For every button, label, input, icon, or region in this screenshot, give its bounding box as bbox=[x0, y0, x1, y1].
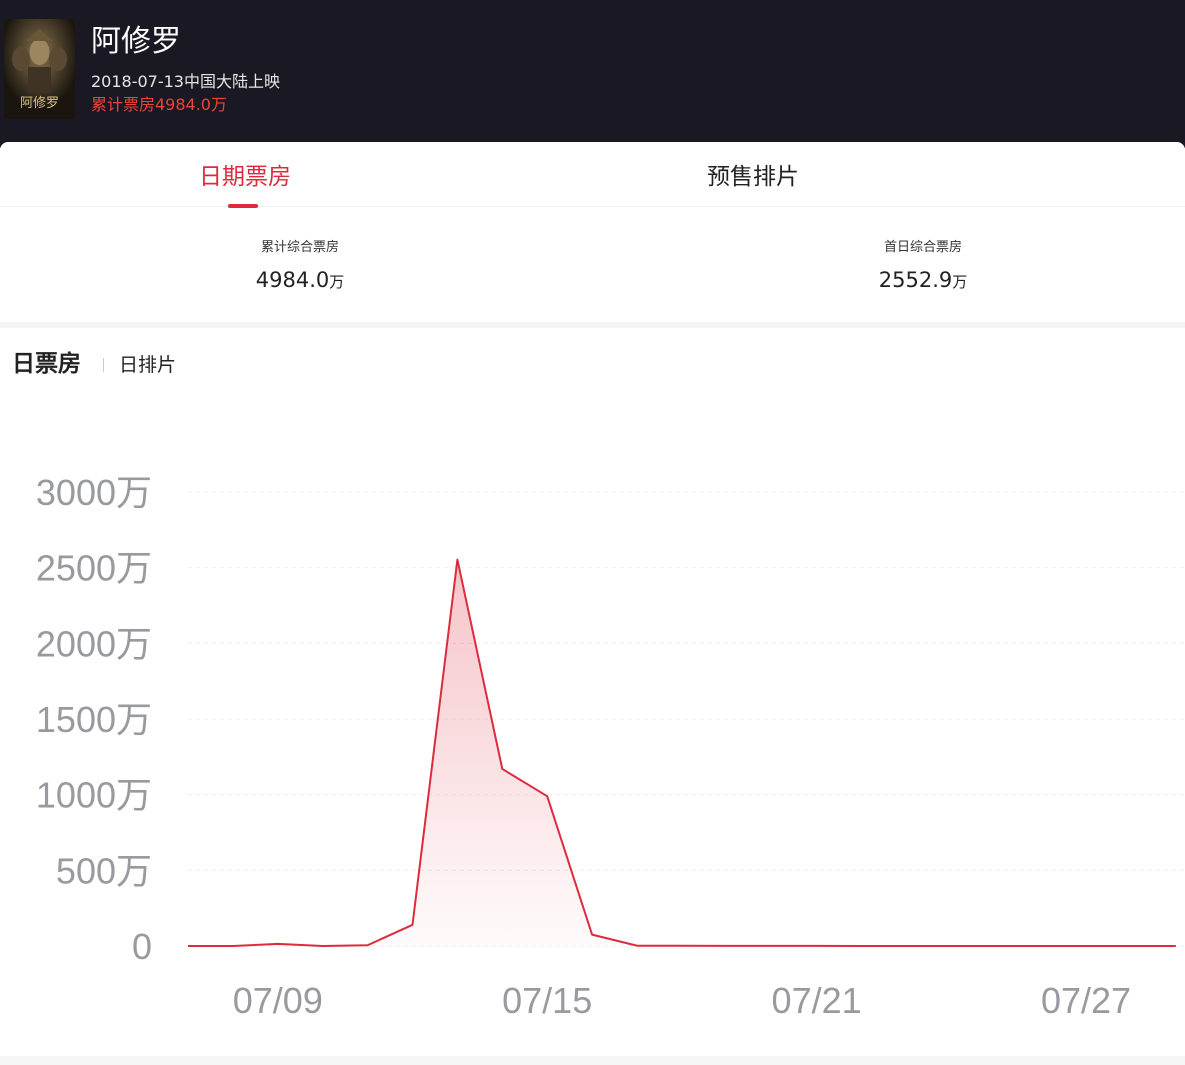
x-tick-label: 07/15 bbox=[502, 980, 592, 1021]
tab-bar: 日期票房 预售排片 bbox=[0, 142, 1185, 208]
series-line bbox=[188, 558, 1176, 947]
chart-series bbox=[187, 558, 1176, 947]
stat-total-number: 4984.0 bbox=[255, 268, 330, 292]
chart-tab-daily-schedule[interactable]: 日排片 bbox=[119, 352, 176, 378]
release-date: 2018-07-13中国大陆上映 bbox=[91, 72, 280, 91]
stat-total-label: 累计综合票房 bbox=[260, 240, 339, 255]
chart-x-axis: 07/09 07/15 07/21 07/27 bbox=[233, 980, 1131, 1021]
y-tick-label: 2500万 bbox=[36, 548, 152, 589]
poster-art: 阿修罗 bbox=[4, 19, 75, 119]
x-tick-label: 07/27 bbox=[1041, 980, 1131, 1021]
y-tick-label: 1000万 bbox=[36, 775, 152, 816]
chart-tab-daily-box-office[interactable]: 日票房 bbox=[12, 348, 81, 380]
chart-grid bbox=[188, 491, 1185, 947]
y-tick-label: 1500万 bbox=[36, 699, 152, 740]
svg-text:阿修罗: 阿修罗 bbox=[20, 96, 59, 111]
stat-first-day-box-office: 首日综合票房 2552.9万 bbox=[823, 240, 1023, 294]
tab-presale-schedule[interactable]: 预售排片 bbox=[707, 162, 799, 192]
stat-total-box-office: 累计综合票房 4984.0万 bbox=[200, 240, 400, 294]
stat-total-value: 4984.0万 bbox=[200, 268, 400, 294]
stat-first-day-value: 2552.9万 bbox=[823, 268, 1023, 294]
series-area bbox=[188, 559, 1176, 946]
cumulative-box-office: 累计票房4984.0万 bbox=[91, 95, 227, 114]
x-tick-label: 07/21 bbox=[772, 980, 862, 1021]
y-tick-label: 2000万 bbox=[36, 623, 152, 664]
y-tick-label: 0 bbox=[132, 926, 152, 967]
y-tick-label: 3000万 bbox=[36, 472, 152, 513]
daily-box-office-chart[interactable]: 0 500万 1000万 1500万 2000万 2500万 3000万 07/09 07/1… bbox=[0, 328, 1185, 1056]
movie-header: 阿修罗 阿修罗 2018-07-13中国大陆上映 累计票房4984.0万 bbox=[0, 0, 1185, 148]
tab-daily-box-office[interactable]: 日期票房 bbox=[199, 162, 291, 192]
active-tab-indicator bbox=[228, 204, 258, 208]
stat-total-unit: 万 bbox=[329, 273, 345, 291]
movie-title: 阿修罗 bbox=[91, 24, 181, 59]
stat-first-day-unit: 万 bbox=[952, 273, 968, 291]
stat-first-day-label: 首日综合票房 bbox=[883, 240, 962, 255]
chart-y-axis: 0 500万 1000万 1500万 2000万 2500万 3000万 bbox=[36, 472, 152, 967]
y-tick-label: 500万 bbox=[56, 850, 152, 891]
stat-first-day-number: 2552.9 bbox=[878, 268, 953, 292]
chart-tab-divider bbox=[103, 358, 104, 372]
x-tick-label: 07/09 bbox=[233, 980, 323, 1021]
summary-card: 日期票房 预售排片 累计综合票房 4984.0万 首日综合票房 2552.9万 bbox=[0, 142, 1185, 322]
movie-poster-image[interactable]: 阿修罗 bbox=[4, 19, 75, 119]
chart-card: 0 500万 1000万 1500万 2000万 2500万 3000万 07/09 07/1… bbox=[0, 328, 1185, 1056]
